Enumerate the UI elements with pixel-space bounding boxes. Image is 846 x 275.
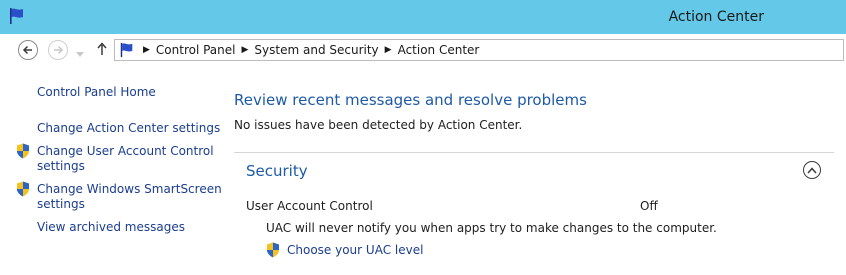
- sidebar-item-uac-settings[interactable]: Change User Account Control: [37, 144, 214, 159]
- sidebar-item-smartscreen-settings-line2[interactable]: settings: [37, 197, 85, 212]
- chevron-down-icon: [76, 52, 84, 57]
- title-bar: Action Center: [0, 0, 846, 34]
- breadcrumb-action-center[interactable]: Action Center: [392, 43, 486, 57]
- sidebar-item-uac-settings-line2[interactable]: settings: [37, 159, 85, 174]
- address-field[interactable]: ▶ Control Panel ▶ System and Security ▶ …: [114, 39, 844, 61]
- collapse-security-button[interactable]: [803, 161, 821, 179]
- security-section-heading[interactable]: Security: [246, 162, 308, 180]
- sidebar-item-smartscreen-settings[interactable]: Change Windows SmartScreen: [37, 182, 222, 197]
- sidebar-item-control-panel-home[interactable]: Control Panel Home: [37, 85, 156, 100]
- sidebar-item-action-center-settings[interactable]: Change Action Center settings: [37, 121, 220, 136]
- breadcrumb-system-and-security[interactable]: System and Security: [248, 43, 384, 57]
- back-button[interactable]: [18, 40, 38, 60]
- uac-status-value: Off: [640, 199, 658, 213]
- uac-description: UAC will never notify you when apps try …: [266, 221, 717, 235]
- status-message: No issues have been detected by Action C…: [234, 118, 523, 132]
- breadcrumb-separator-icon[interactable]: ▶: [242, 45, 249, 55]
- action-center-flag-icon: [119, 42, 135, 61]
- chevron-up-icon: [807, 166, 817, 173]
- choose-uac-level-link[interactable]: Choose your UAC level: [287, 243, 423, 257]
- address-bar: ▶ Control Panel ▶ System and Security ▶ …: [0, 34, 846, 68]
- sidebar-item-archived-messages[interactable]: View archived messages: [37, 220, 185, 235]
- up-button[interactable]: [96, 42, 108, 59]
- arrow-left-icon: [22, 45, 32, 55]
- breadcrumb-separator-icon[interactable]: ▶: [385, 45, 392, 55]
- arrow-right-icon: [54, 45, 64, 55]
- breadcrumb-separator-icon[interactable]: ▶: [143, 45, 150, 55]
- breadcrumb-control-panel[interactable]: Control Panel: [150, 43, 242, 57]
- recent-locations-dropdown[interactable]: [76, 47, 84, 61]
- forward-button[interactable]: [48, 40, 68, 60]
- uac-shield-icon: [16, 181, 30, 200]
- window-title: Action Center: [668, 9, 764, 25]
- action-center-flag-icon: [8, 7, 26, 28]
- section-divider: [234, 152, 834, 153]
- page-title: Review recent messages and resolve probl…: [234, 91, 587, 109]
- uac-shield-icon: [16, 143, 30, 162]
- arrow-up-icon: [97, 42, 107, 55]
- uac-label: User Account Control: [246, 199, 373, 213]
- uac-shield-icon: [266, 242, 280, 261]
- breadcrumb: ▶ Control Panel ▶ System and Security ▶ …: [143, 40, 485, 60]
